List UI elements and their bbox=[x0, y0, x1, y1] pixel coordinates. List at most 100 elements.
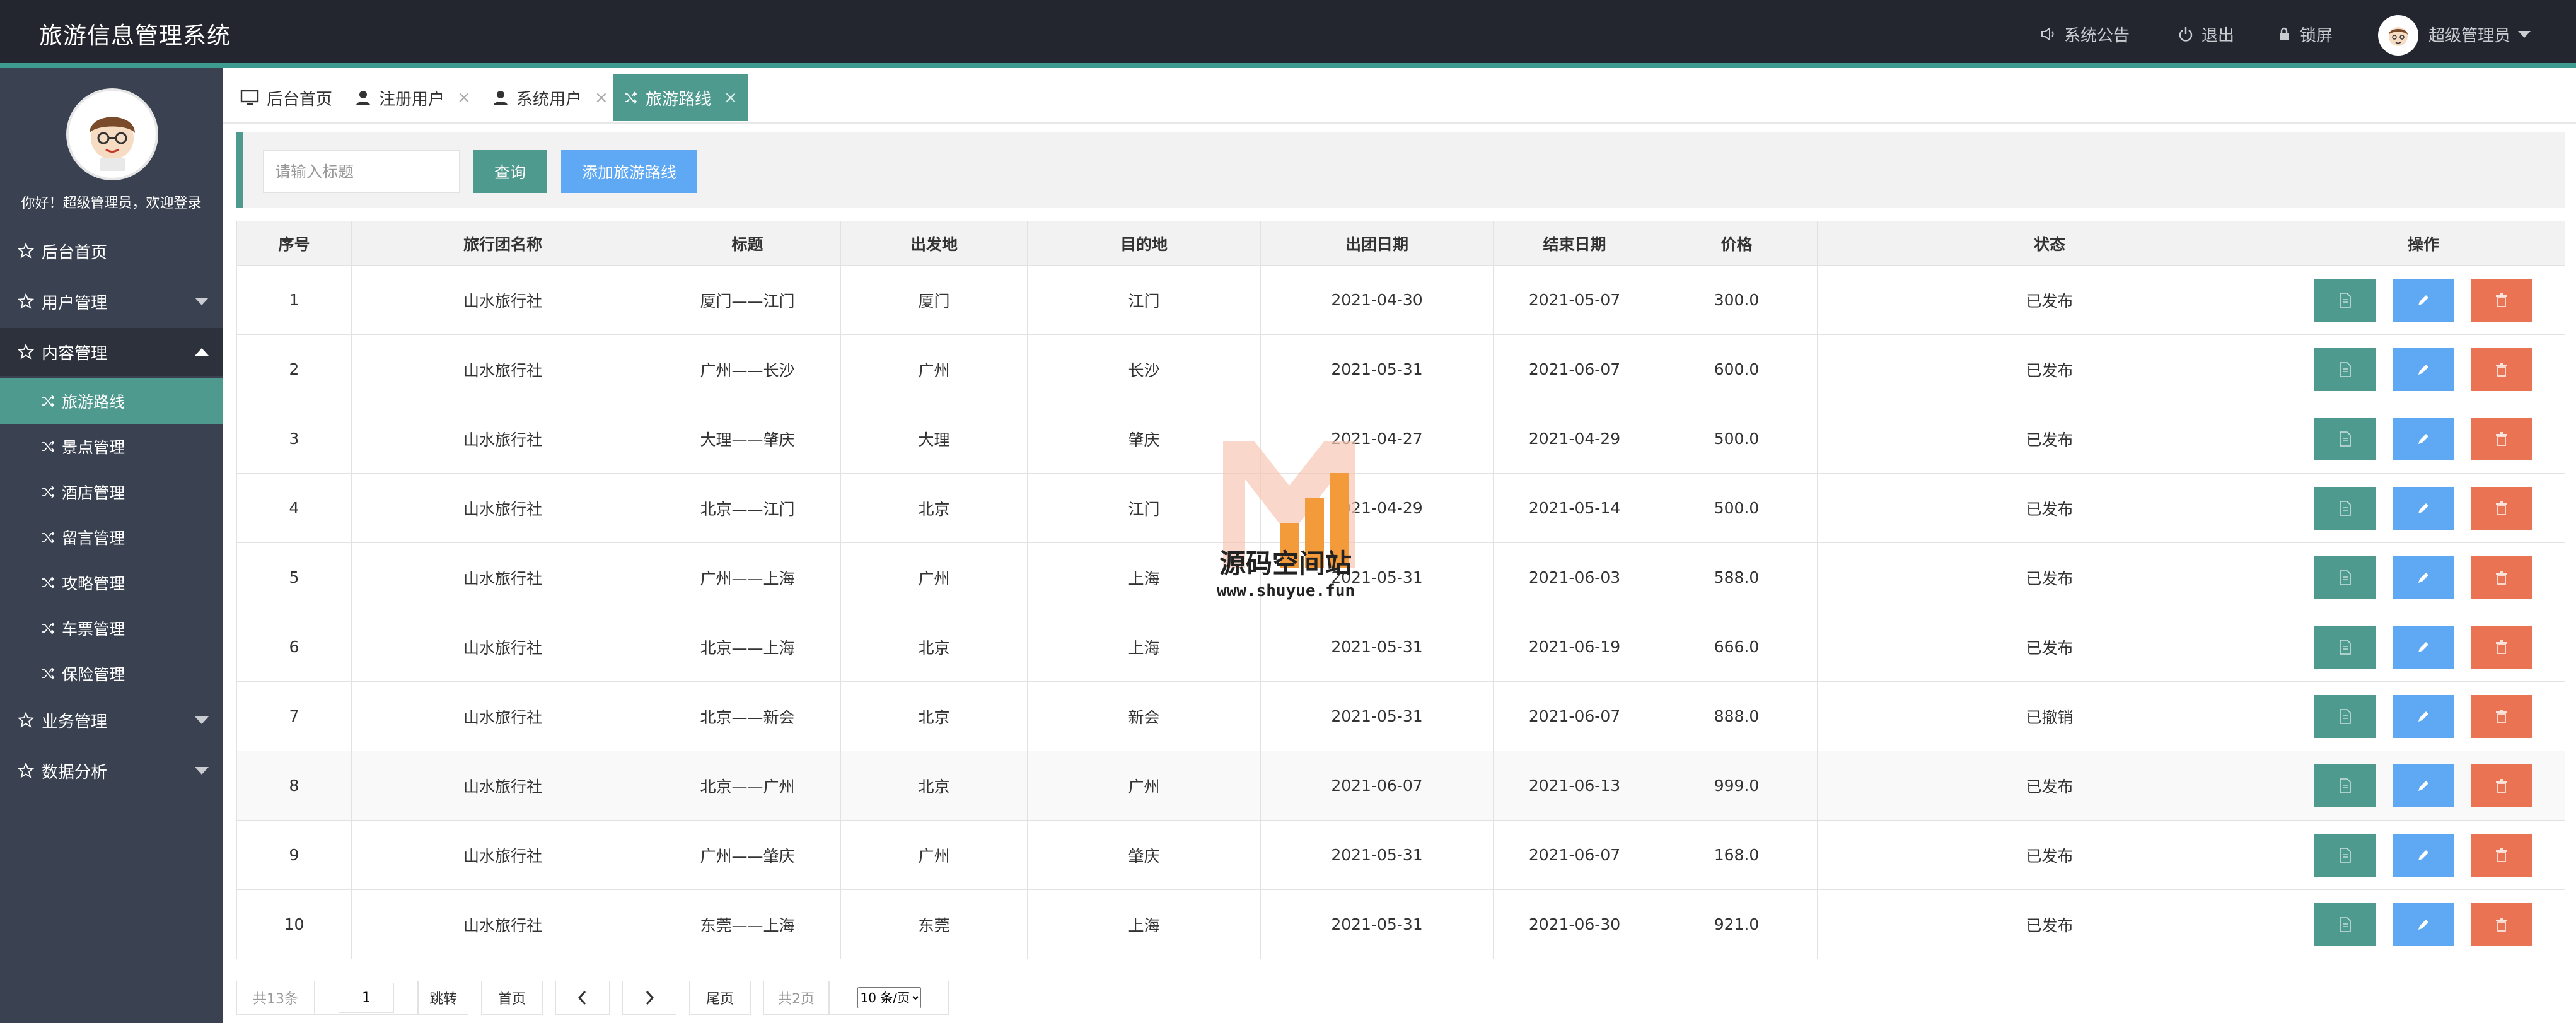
cell-no: 5 bbox=[236, 542, 352, 612]
cell-status: 已发布 bbox=[1817, 751, 2282, 821]
cell-price: 500.0 bbox=[1656, 404, 1818, 474]
view-button[interactable] bbox=[2314, 903, 2376, 946]
first-page-button[interactable]: 首页 bbox=[481, 981, 543, 1015]
delete-button[interactable] bbox=[2471, 486, 2532, 530]
edit-button[interactable] bbox=[2393, 417, 2454, 460]
announcement-link[interactable]: 系统公告 bbox=[2040, 21, 2130, 47]
document-icon bbox=[2340, 500, 2351, 516]
view-button[interactable] bbox=[2314, 556, 2376, 599]
app-title: 旅游信息管理系统 bbox=[39, 22, 231, 49]
close-icon[interactable]: × bbox=[595, 88, 608, 107]
cell-from: 北京 bbox=[840, 473, 1028, 543]
tab-registered-users[interactable]: 注册用户 × bbox=[345, 74, 481, 121]
sidebar-item-user-management[interactable]: 用户管理 bbox=[0, 278, 223, 325]
sidebar-subitem-messages[interactable]: 留言管理 bbox=[0, 515, 223, 560]
view-button[interactable] bbox=[2314, 764, 2376, 807]
edit-button[interactable] bbox=[2393, 348, 2454, 391]
sidebar-subitem-tickets[interactable]: 车票管理 bbox=[0, 605, 223, 651]
sidebar-subitem-guides[interactable]: 攻略管理 bbox=[0, 560, 223, 605]
edit-button[interactable] bbox=[2393, 278, 2454, 322]
sidebar-item-content-management[interactable]: 内容管理 bbox=[0, 328, 223, 376]
view-button[interactable] bbox=[2314, 486, 2376, 530]
cell-to: 江门 bbox=[1027, 265, 1261, 335]
edit-button[interactable] bbox=[2393, 625, 2454, 669]
power-icon bbox=[2179, 27, 2193, 42]
cell-status: 已发布 bbox=[1817, 889, 2282, 959]
delete-button[interactable] bbox=[2471, 903, 2532, 946]
sidebar-item-business-management[interactable]: 业务管理 bbox=[0, 696, 223, 744]
table-row: 6 山水旅行社 北京——上海 北京 上海 2021-05-31 2021-06-19 666.… bbox=[236, 612, 2565, 682]
delete-button[interactable] bbox=[2471, 556, 2532, 599]
column-header: 出团日期 bbox=[1260, 221, 1494, 266]
jump-button[interactable]: 跳转 bbox=[418, 981, 468, 1015]
logout-link[interactable]: 退出 bbox=[2178, 21, 2234, 47]
delete-button[interactable] bbox=[2471, 833, 2532, 877]
edit-button[interactable] bbox=[2393, 694, 2454, 738]
add-route-button[interactable]: 添加旅游路线 bbox=[561, 150, 697, 193]
sidebar-item-home[interactable]: 后台首页 bbox=[0, 227, 223, 275]
chevron-up-icon bbox=[195, 348, 209, 356]
page-size-select[interactable]: 10 条/页 bbox=[857, 987, 921, 1008]
prev-page-button[interactable] bbox=[555, 981, 610, 1015]
tab-system-users[interactable]: 系统用户 × bbox=[482, 74, 618, 121]
sidebar-subitem-travel-routes[interactable]: 旅游路线 bbox=[0, 378, 223, 424]
user-menu[interactable]: 超级管理员 bbox=[2428, 21, 2531, 47]
user-avatar[interactable] bbox=[2378, 15, 2418, 56]
view-button[interactable] bbox=[2314, 417, 2376, 460]
edit-button[interactable] bbox=[2393, 903, 2454, 946]
cell-to: 长沙 bbox=[1027, 334, 1261, 404]
close-icon[interactable]: × bbox=[457, 88, 471, 107]
search-input[interactable] bbox=[263, 150, 460, 193]
delete-button[interactable] bbox=[2471, 417, 2532, 460]
trash-icon bbox=[2496, 848, 2507, 862]
cell-group: 山水旅行社 bbox=[351, 542, 654, 612]
cell-price: 600.0 bbox=[1656, 334, 1818, 404]
view-button[interactable] bbox=[2314, 348, 2376, 391]
edit-button[interactable] bbox=[2393, 764, 2454, 807]
delete-button[interactable] bbox=[2471, 764, 2532, 807]
view-button[interactable] bbox=[2314, 833, 2376, 877]
monitor-icon bbox=[240, 90, 259, 105]
sidebar-item-data-analysis[interactable]: 数据分析 bbox=[0, 747, 223, 795]
cell-to: 上海 bbox=[1027, 889, 1261, 959]
tab-label: 后台首页 bbox=[267, 90, 333, 109]
cell-end: 2021-06-07 bbox=[1493, 681, 1656, 751]
tab-travel-routes[interactable]: 旅游路线 × bbox=[613, 74, 748, 121]
delete-button[interactable] bbox=[2471, 694, 2532, 738]
action-group bbox=[2282, 833, 2565, 877]
shuffle-icon bbox=[42, 395, 55, 407]
delete-button[interactable] bbox=[2471, 348, 2532, 391]
query-button[interactable]: 查询 bbox=[473, 150, 547, 193]
delete-button[interactable] bbox=[2471, 278, 2532, 322]
cell-price: 921.0 bbox=[1656, 889, 1818, 959]
edit-button[interactable] bbox=[2393, 833, 2454, 877]
column-header: 标题 bbox=[654, 221, 841, 266]
cell-title: 厦门——江门 bbox=[654, 265, 841, 335]
table-header-row: 序号 旅行团名称 标题 出发地 目的地 出团日期 结束日期 价格 状态 操作 bbox=[236, 221, 2565, 266]
action-group bbox=[2282, 556, 2565, 599]
sidebar-subitem-attractions[interactable]: 景点管理 bbox=[0, 424, 223, 469]
document-icon bbox=[2340, 778, 2351, 793]
page-number-input[interactable] bbox=[339, 983, 394, 1013]
view-button[interactable] bbox=[2314, 694, 2376, 738]
sidebar-subitem-insurance[interactable]: 保险管理 bbox=[0, 651, 223, 696]
edit-button[interactable] bbox=[2393, 486, 2454, 530]
next-page-button[interactable] bbox=[622, 981, 676, 1015]
tab-dashboard[interactable]: 后台首页 bbox=[230, 74, 342, 121]
cell-title: 广州——长沙 bbox=[654, 334, 841, 404]
cell-from: 东莞 bbox=[840, 889, 1028, 959]
view-button[interactable] bbox=[2314, 625, 2376, 669]
table-row: 3 山水旅行社 大理——肇庆 大理 肇庆 2021-04-27 2021-04-29 500.… bbox=[236, 404, 2565, 474]
last-page-button[interactable]: 尾页 bbox=[689, 981, 751, 1015]
cell-group: 山水旅行社 bbox=[351, 889, 654, 959]
cell-price: 888.0 bbox=[1656, 681, 1818, 751]
sidebar-subitem-hotels[interactable]: 酒店管理 bbox=[0, 469, 223, 515]
delete-button[interactable] bbox=[2471, 625, 2532, 669]
view-button[interactable] bbox=[2314, 278, 2376, 322]
trash-icon bbox=[2496, 709, 2507, 723]
cell-end: 2021-05-07 bbox=[1493, 265, 1656, 335]
edit-button[interactable] bbox=[2393, 556, 2454, 599]
lock-screen-link[interactable]: 锁屏 bbox=[2276, 21, 2333, 47]
sidebar-item-label: 内容管理 bbox=[42, 344, 108, 363]
close-icon[interactable]: × bbox=[724, 88, 738, 107]
